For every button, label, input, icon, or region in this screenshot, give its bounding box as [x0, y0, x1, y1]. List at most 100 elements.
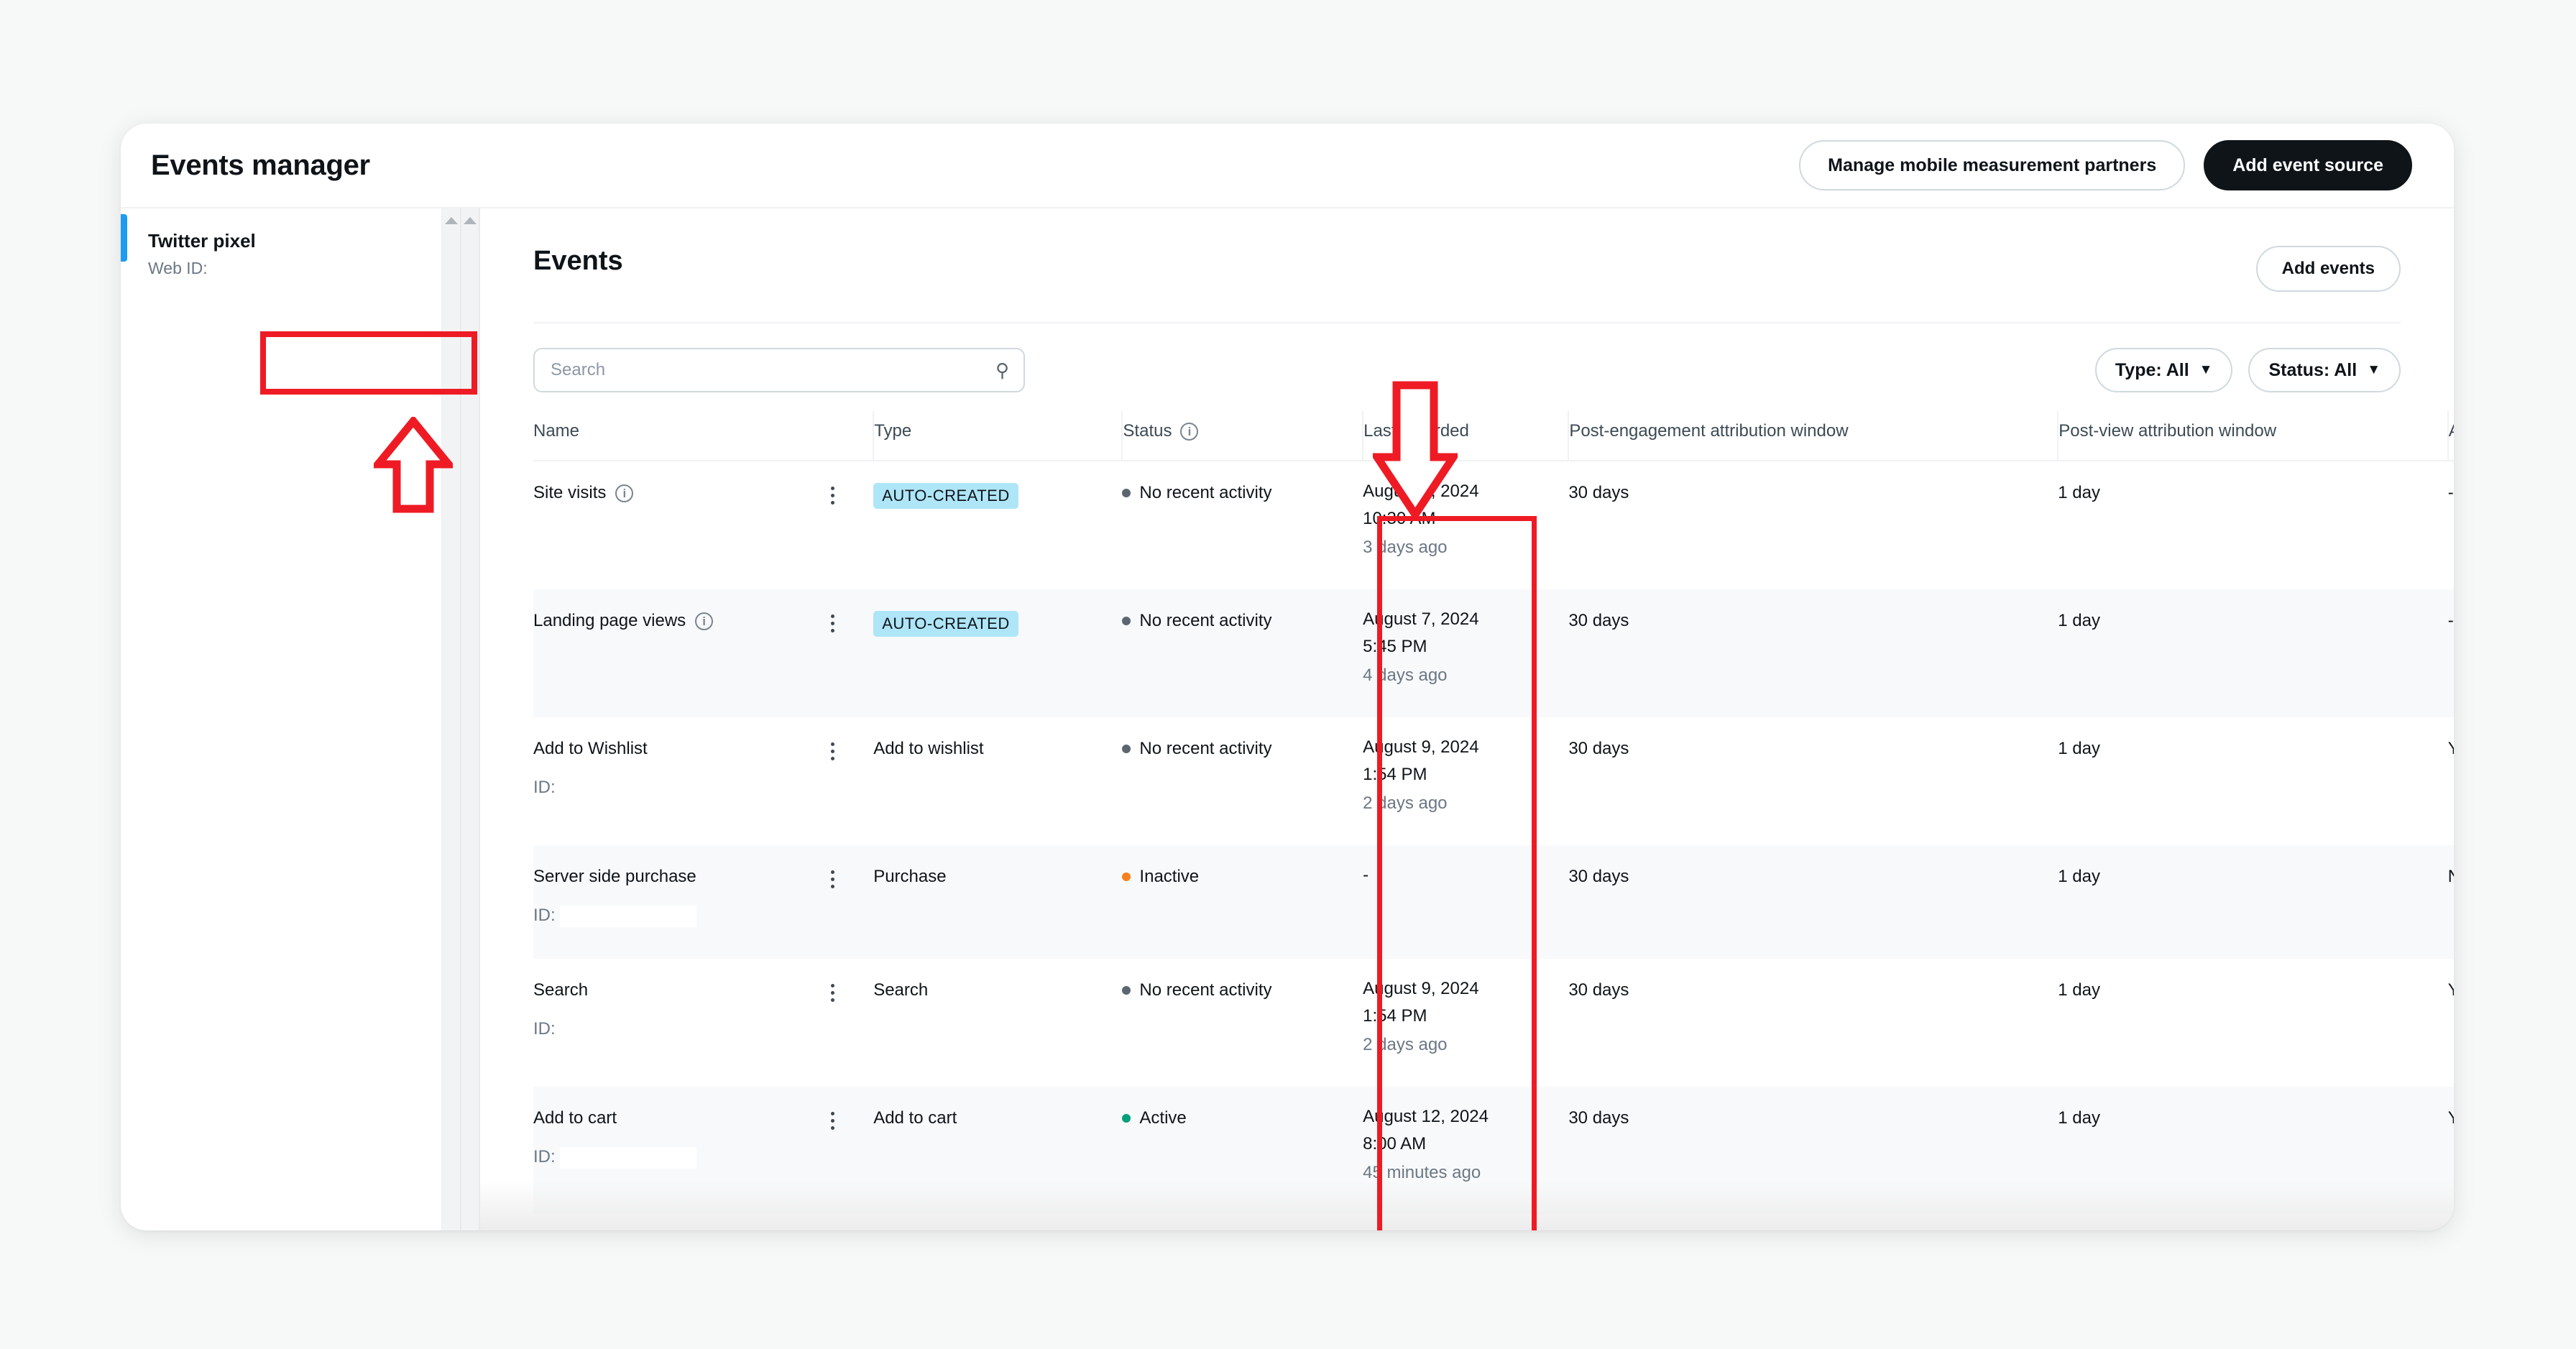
cell-last-recorded: August 7, 2024 5:45 PM 4 days ago	[1363, 589, 1568, 717]
sidebar-item-twitter-pixel[interactable]: Twitter pixel Web ID:	[121, 208, 441, 300]
row-menu-button[interactable]	[831, 980, 835, 1002]
add-event-source-button[interactable]: Add event source	[2204, 140, 2412, 190]
cell-type: AUTO-CREATED	[873, 461, 1122, 589]
content-scrollbar[interactable]	[461, 208, 480, 1230]
cell-type: Added payment info	[873, 1215, 1122, 1230]
status-dot	[1122, 873, 1131, 881]
cell-status: Active	[1122, 1215, 1363, 1230]
manage-mobile-measurement-partners-button[interactable]: Manage mobile measurement partners	[1799, 140, 2186, 190]
cell-post-view: 1 day	[2058, 867, 2100, 886]
cell-type: Search	[873, 959, 1122, 1087]
events-heading: Events	[533, 246, 623, 276]
cell-post-view: 1 day	[2058, 611, 2100, 630]
cell-audience-enabled: -	[2447, 611, 2454, 630]
cell-audience-enabled: No	[2448, 845, 2454, 959]
column-header-last-recorded[interactable]: Last recorded	[1363, 411, 1570, 461]
last-recorded-relative: 2 days ago	[1363, 1035, 1448, 1054]
cell-post-engagement: 30 days	[1568, 867, 1629, 886]
cell-post-engagement: 30 days	[1568, 980, 1629, 1000]
add-events-button[interactable]: Add events	[2255, 246, 2401, 292]
status-badge: No recent activity	[1139, 980, 1272, 1000]
cell-type: Add to wishlist	[873, 717, 1122, 845]
event-name: Search	[533, 980, 589, 1000]
cell-status: Active	[1122, 1087, 1363, 1215]
table-row[interactable]: Server side purchase ID: Purchase Inactive -…	[533, 845, 2454, 959]
cell-type: Add to cart	[873, 1087, 1122, 1215]
cell-post-engagement: 30 days	[1568, 739, 1629, 758]
cell-status: No recent activity	[1122, 461, 1363, 589]
search-box[interactable]: ⚲	[533, 348, 1025, 392]
cell-audience-enabled: Yes	[2447, 739, 2454, 758]
last-recorded-date: August 9, 2024	[1363, 737, 1479, 757]
table-row[interactable]: Added Payment InfoID:Added payment infoA…	[533, 1215, 2454, 1230]
cell-audience-enabled: Yes	[2448, 1215, 2454, 1230]
column-header-type[interactable]: Type	[873, 411, 1123, 461]
redacted-id	[559, 1147, 696, 1169]
table-header: Name Type Status i Last recorded Post-en	[533, 411, 2454, 461]
table-body: Site visits i AUTO-CREATED No recent activi…	[533, 461, 2454, 1230]
event-name: Server side purchase	[533, 867, 696, 886]
filter-type-dropdown[interactable]: Type: All ▼	[2094, 348, 2233, 392]
info-icon[interactable]: i	[1180, 422, 1199, 441]
scroll-up-arrow-icon[interactable]	[464, 217, 477, 224]
cell-status: No recent activity	[1122, 589, 1363, 717]
cell-audience-enabled: Yes	[2447, 1108, 2454, 1128]
info-icon[interactable]: i	[695, 612, 714, 630]
filter-status-dropdown[interactable]: Status: All ▼	[2248, 348, 2401, 392]
status-badge: Active	[1139, 1108, 1187, 1128]
sidebar: Twitter pixel Web ID:	[121, 208, 443, 1230]
cell-post-view: 1 day	[2058, 1215, 2447, 1230]
status-dot	[1122, 986, 1131, 995]
cell-name: Server side purchase ID:	[533, 845, 873, 959]
cell-name: Add to Wishlist ID:	[533, 717, 873, 845]
event-type: Add to wishlist	[873, 739, 984, 758]
column-header-name[interactable]: Name	[533, 411, 875, 461]
search-input[interactable]	[551, 360, 995, 380]
row-menu-button[interactable]	[831, 739, 835, 760]
last-recorded-relative: 45 minutes ago	[1363, 1163, 1481, 1182]
event-type: Search	[873, 980, 929, 1000]
cell-post-engagement: 30 days	[1568, 611, 1629, 630]
table-header-row: Name Type Status i Last recorded Post-en	[533, 411, 2454, 461]
cell-status: Inactive	[1122, 845, 1363, 959]
last-recorded-date: August 9, 2024	[1363, 979, 1479, 998]
status-dot	[1122, 1114, 1131, 1123]
column-header-post-engagement[interactable]: Post-engagement attribution window	[1568, 411, 2059, 461]
cell-last-recorded: August 12, 20248:01 AM44 minutes ago	[1363, 1215, 1568, 1230]
event-name: Landing page views	[533, 611, 686, 630]
table-row[interactable]: Landing page views i AUTO-CREATED No recent…	[533, 589, 2454, 717]
info-icon[interactable]: i	[615, 484, 634, 502]
event-id: ID:	[533, 906, 696, 927]
cell-audience-enabled: -	[2447, 483, 2454, 502]
table-row[interactable]: Add to Wishlist ID: Add to wishlist No rece…	[533, 717, 2454, 845]
events-table-container[interactable]: Name Type Status i Last recorded Post-en	[480, 411, 2454, 1230]
cell-name: Added Payment InfoID:	[533, 1215, 873, 1230]
cell-type: AUTO-CREATED	[873, 589, 1122, 717]
main-content: Events Add events ⚲ Type: All ▼	[480, 208, 2454, 1230]
row-menu-button[interactable]	[831, 483, 835, 505]
filters-row: ⚲ Type: All ▼ Status: All ▼	[480, 323, 2454, 392]
cell-status: No recent activity	[1122, 717, 1363, 845]
column-header-status[interactable]: Status i	[1122, 411, 1364, 461]
row-menu-button[interactable]	[831, 611, 835, 632]
column-header-post-view[interactable]: Post-view attribution window	[2058, 411, 2449, 461]
last-recorded-relative: 2 days ago	[1363, 793, 1448, 813]
table-row[interactable]: Add to cart ID: Add to cart Active August 12…	[533, 1087, 2454, 1215]
row-menu-button[interactable]	[831, 867, 835, 888]
column-header-audience-enabled[interactable]: Audience enabled	[2447, 411, 2454, 461]
sidebar-item-web-id: Web ID:	[148, 259, 208, 277]
event-id: ID:	[533, 1019, 556, 1039]
cell-status: No recent activity	[1122, 959, 1363, 1087]
scroll-up-arrow-icon[interactable]	[445, 217, 458, 224]
cell-post-engagement: 30 days	[1568, 1108, 1629, 1128]
filter-buttons: Type: All ▼ Status: All ▼	[2094, 348, 2401, 392]
status-badge: Inactive	[1139, 867, 1200, 886]
search-icon[interactable]: ⚲	[995, 359, 1009, 382]
last-recorded-date: August 7, 2024	[1363, 609, 1479, 629]
row-menu-button[interactable]	[831, 1108, 835, 1130]
table-row[interactable]: Search ID: Search No recent activity August …	[533, 959, 2454, 1087]
status-badge: No recent activity	[1139, 739, 1272, 758]
sidebar-scrollbar[interactable]	[443, 208, 461, 1230]
table-row[interactable]: Site visits i AUTO-CREATED No recent activi…	[533, 461, 2454, 589]
sidebar-item-label: Twitter pixel	[148, 230, 256, 252]
